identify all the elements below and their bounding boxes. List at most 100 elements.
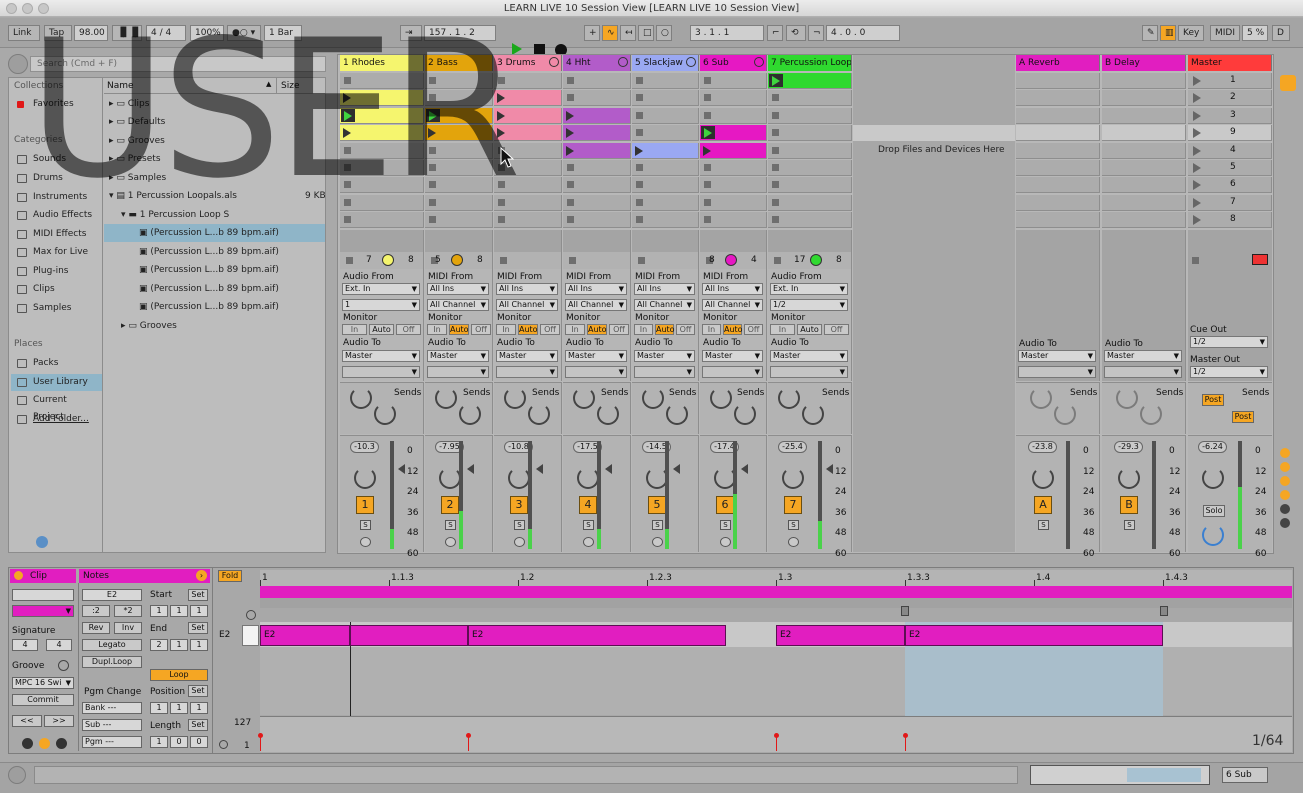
arm-button-icon[interactable] xyxy=(583,537,594,547)
track-activator-button[interactable]: 4 xyxy=(579,496,597,514)
solo-button[interactable]: S xyxy=(720,520,731,530)
midi-map-button[interactable]: MIDI xyxy=(1210,25,1240,41)
solo-button[interactable]: S xyxy=(652,520,663,530)
send-b-knob-icon[interactable] xyxy=(528,403,550,425)
arrow-right-icon[interactable]: › xyxy=(196,570,207,581)
fader-handle-icon[interactable] xyxy=(741,464,748,474)
clip-launch-icon[interactable] xyxy=(497,128,505,139)
end-bar-field[interactable]: 2 xyxy=(150,639,168,651)
category-plug-ins[interactable]: Plug-ins xyxy=(11,263,99,280)
velocity-lane-toggle-icon[interactable] xyxy=(219,740,228,749)
loop-brace[interactable] xyxy=(260,586,1292,598)
solo-cue-button[interactable]: Solo xyxy=(1203,505,1225,517)
position-bar-field[interactable]: 1 xyxy=(150,702,168,714)
velocity-handle[interactable] xyxy=(466,733,471,738)
clip-slot-filled[interactable] xyxy=(563,142,631,159)
clip-launch-icon[interactable] xyxy=(343,93,351,104)
session-record-indicator-icon[interactable] xyxy=(1252,254,1268,265)
track-activator-button[interactable]: 2 xyxy=(441,496,459,514)
prev-clip-button[interactable]: << xyxy=(12,715,42,727)
return-output-channel-dropdown[interactable] xyxy=(1104,366,1182,378)
end-marker-icon[interactable] xyxy=(1160,606,1168,616)
stop-button-icon[interactable] xyxy=(344,77,351,84)
scene-launch-row[interactable]: 4 xyxy=(1188,142,1272,159)
duplicate-loop-button[interactable]: Dupl.Loop xyxy=(82,656,142,668)
next-clip-button[interactable]: >> xyxy=(44,715,74,727)
scene-launch-row[interactable]: 7 xyxy=(1188,194,1272,211)
track-stop-icon[interactable] xyxy=(774,257,781,264)
solo-button[interactable]: S xyxy=(583,520,594,530)
input-source-dropdown[interactable]: All Ins xyxy=(427,283,489,295)
clip-launch-icon[interactable] xyxy=(703,145,711,156)
fader-handle-icon[interactable] xyxy=(826,464,833,474)
output-channel-dropdown[interactable] xyxy=(496,366,558,378)
file-row[interactable]: ▣ (Percussion L...b 89 bpm.aif) xyxy=(139,280,324,298)
monitor-auto-button[interactable]: Auto xyxy=(449,324,469,335)
stop-button-icon[interactable] xyxy=(429,181,436,189)
clip-slot[interactable] xyxy=(425,194,493,211)
close-window-button[interactable] xyxy=(6,3,17,14)
size-column-header[interactable]: Size xyxy=(281,81,299,91)
track-stop-icon[interactable] xyxy=(569,257,576,264)
stop-button-icon[interactable] xyxy=(567,94,574,102)
clip-slot[interactable] xyxy=(340,142,424,159)
stop-button-icon[interactable] xyxy=(344,198,351,206)
clip-slot[interactable] xyxy=(700,73,767,89)
clip-slot-filled[interactable] xyxy=(340,90,424,107)
velocity-stem[interactable] xyxy=(776,736,777,751)
device-fold-icon[interactable] xyxy=(754,57,764,67)
browser-toggle-icon[interactable] xyxy=(8,54,28,74)
scene-launch-row[interactable]: 6 xyxy=(1188,177,1272,194)
clip-slot-filled[interactable] xyxy=(632,142,699,159)
clip-launch-icon[interactable] xyxy=(497,110,505,121)
mixer-section-toggle-icon[interactable] xyxy=(1280,490,1290,500)
category-max-for-live[interactable]: Max for Live xyxy=(11,244,99,261)
clip-slot[interactable] xyxy=(340,160,424,176)
clip-slot[interactable] xyxy=(632,160,699,176)
pan-knob-icon[interactable] xyxy=(782,467,804,489)
stop-button-icon[interactable] xyxy=(772,164,779,171)
track-header[interactable]: 2 Bass xyxy=(425,55,493,71)
category-samples[interactable]: Samples xyxy=(11,300,99,317)
clip-slot-filled[interactable] xyxy=(563,125,631,142)
clip-slot[interactable] xyxy=(494,194,562,211)
automation-arm-icon[interactable]: ∿ xyxy=(602,25,618,41)
velocity-handle[interactable] xyxy=(774,733,779,738)
device-fold-icon[interactable] xyxy=(686,57,696,67)
output-dropdown[interactable]: Master xyxy=(770,350,848,362)
file-row[interactable]: ▣ (Percussion L...b 89 bpm.aif) xyxy=(139,298,324,316)
stop-button-icon[interactable] xyxy=(704,94,711,102)
master-out-dropdown[interactable]: 1/2 xyxy=(1190,366,1268,378)
scene-launch-icon[interactable] xyxy=(1193,215,1201,226)
sub-bank-field[interactable]: Sub --- xyxy=(82,719,142,731)
follow-icon[interactable]: ⇥ xyxy=(400,25,422,41)
file-row[interactable]: ▣ (Percussion L...b 89 bpm.aif) xyxy=(139,261,324,279)
stop-button-icon[interactable] xyxy=(567,77,574,84)
sends-toggle-icon[interactable] xyxy=(1280,462,1290,472)
position-set-button[interactable]: Set xyxy=(188,685,208,697)
file-row[interactable]: ▸ ▭ Grooves xyxy=(121,317,324,335)
session-record-icon[interactable]: ○ xyxy=(656,25,672,41)
clip-slot[interactable] xyxy=(563,177,631,194)
arm-button-icon[interactable] xyxy=(445,537,456,547)
send-b-knob-icon[interactable] xyxy=(459,403,481,425)
return-activator-button[interactable]: B xyxy=(1120,496,1138,514)
clip-slot[interactable] xyxy=(768,125,852,142)
stop-button-icon[interactable] xyxy=(772,181,779,189)
volume-field[interactable]: -10.3 xyxy=(350,441,379,453)
cue-volume-knob-icon[interactable] xyxy=(1202,524,1224,546)
scene-launch-icon[interactable] xyxy=(1193,163,1201,173)
output-dropdown[interactable]: Master xyxy=(427,350,489,362)
clip-slot[interactable] xyxy=(340,212,424,229)
loop-start-field[interactable]: 3 . 1 . 1 xyxy=(690,25,764,41)
length-sixteenth-field[interactable]: 0 xyxy=(190,736,208,748)
volume-field[interactable]: -29.3 xyxy=(1114,441,1143,453)
track-activator-button[interactable]: 1 xyxy=(356,496,374,514)
scene-launch-icon[interactable] xyxy=(1193,197,1201,208)
monitor-off-button[interactable]: Off xyxy=(396,324,421,335)
monitor-off-button[interactable]: Off xyxy=(676,324,695,335)
computer-midi-keyboard-icon[interactable]: ▥ xyxy=(1160,25,1176,41)
output-dropdown[interactable]: Master xyxy=(634,350,695,362)
category-sounds[interactable]: Sounds xyxy=(11,151,99,168)
device-fold-icon[interactable] xyxy=(618,57,628,67)
